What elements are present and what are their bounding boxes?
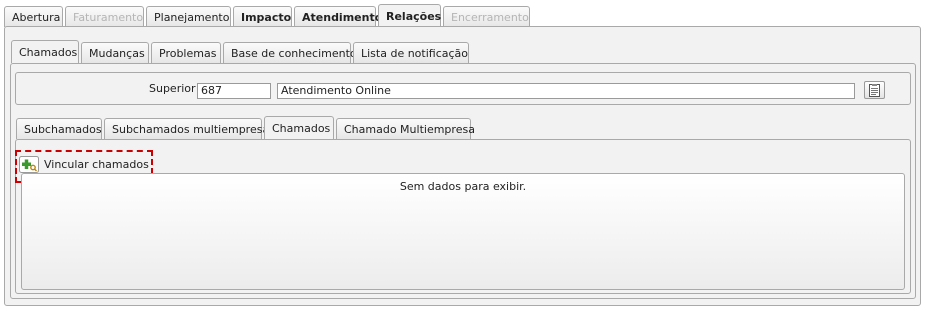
- tab-chamados-sub[interactable]: Chamados: [264, 116, 334, 139]
- tab-planejamento[interactable]: Planejamento: [146, 6, 231, 27]
- tab-problemas[interactable]: Problemas: [151, 42, 221, 63]
- tab-label: Mudanças: [89, 46, 145, 60]
- tab-label: Lista de notificação: [361, 46, 469, 60]
- tab-label: Faturamento: [73, 10, 144, 24]
- tab-label: Impacto: [241, 10, 292, 24]
- tab-label: Abertura: [12, 10, 61, 24]
- tab-label: Relações: [386, 9, 442, 23]
- relations-tabbar: Chamados Mudanças Problemas Base de conh…: [11, 40, 471, 63]
- tab-label: Chamado Multiempresa: [344, 122, 475, 136]
- empty-message: Sem dados para exibir.: [399, 180, 527, 193]
- superior-name-value: Atendimento Online: [281, 84, 391, 97]
- tab-subchamados[interactable]: Subchamados: [16, 118, 102, 139]
- tab-label: Problemas: [159, 46, 217, 60]
- tab-lista-de-notificacao[interactable]: Lista de notificação: [353, 42, 469, 63]
- tab-base-de-conhecimento[interactable]: Base de conhecimento: [223, 42, 357, 63]
- tab-label: Base de conhecimento: [231, 46, 357, 60]
- tab-atendimento[interactable]: Atendimento: [294, 6, 382, 27]
- superior-lookup-button[interactable]: [864, 81, 885, 99]
- tab-abertura[interactable]: Abertura: [4, 6, 63, 27]
- tab-label: Chamados: [272, 121, 331, 135]
- superior-id-field[interactable]: 687: [197, 83, 271, 99]
- tab-label: Encerramento: [451, 10, 529, 24]
- tab-chamado-multiempresa[interactable]: Chamado Multiempresa: [336, 118, 475, 139]
- tab-encerramento: Encerramento: [443, 6, 530, 27]
- tab-mudancas[interactable]: Mudanças: [81, 42, 149, 63]
- tab-label: Subchamados multiempresa: [112, 122, 270, 136]
- superior-id-value: 687: [201, 84, 222, 97]
- tab-label: Planejamento: [154, 10, 230, 24]
- document-list-icon: [869, 83, 880, 97]
- tab-faturamento: Faturamento: [65, 6, 144, 27]
- tab-chamados[interactable]: Chamados: [11, 40, 79, 63]
- tab-impacto[interactable]: Impacto: [233, 6, 292, 27]
- chamados-grid: Sem dados para exibir.: [21, 173, 905, 290]
- superior-label: Superior :: [149, 82, 203, 95]
- tab-subchamados-multiempresa[interactable]: Subchamados multiempresa: [104, 118, 269, 139]
- tab-label: Subchamados: [24, 122, 102, 136]
- chamados-subtabbar: Subchamados Subchamados multiempresa Cha…: [16, 116, 475, 139]
- tab-relacoes[interactable]: Relações: [378, 4, 441, 27]
- tab-label: Atendimento: [302, 10, 383, 24]
- tab-label: Chamados: [19, 45, 78, 59]
- main-tabbar: Abertura Faturamento Planejamento Impact…: [4, 4, 532, 27]
- superior-name-field[interactable]: Atendimento Online: [277, 83, 855, 99]
